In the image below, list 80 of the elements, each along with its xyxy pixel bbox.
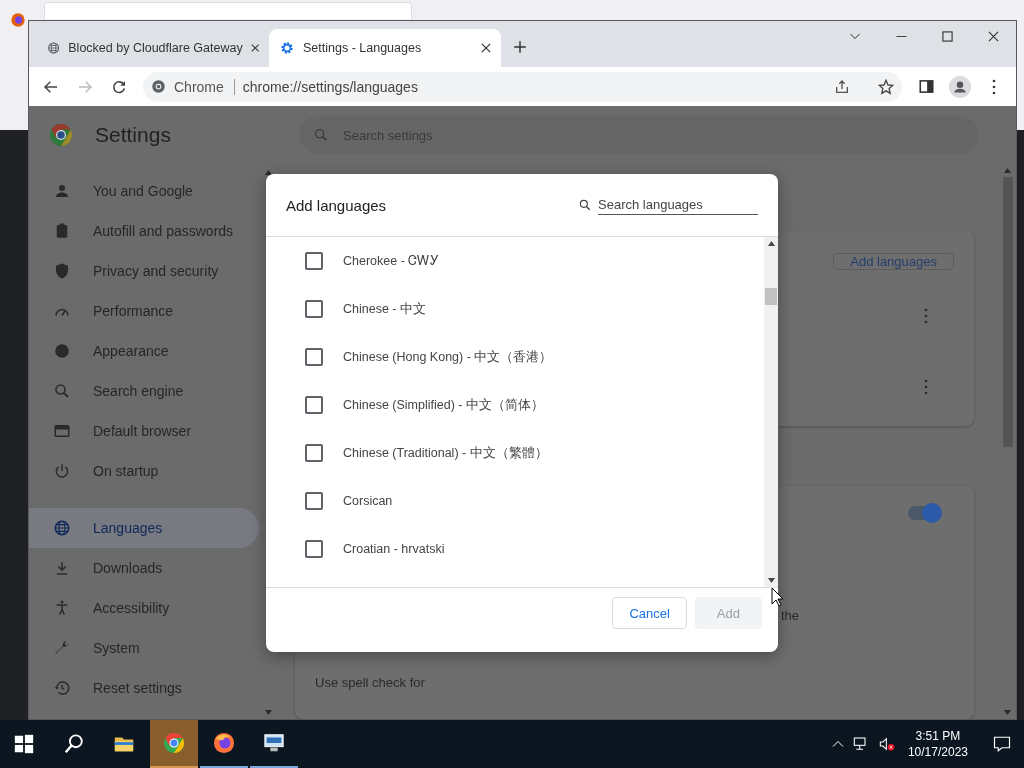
power-icon xyxy=(53,462,71,480)
close-icon[interactable] xyxy=(250,43,259,53)
language-option[interactable]: Cherokee - ᏣᎳᎩ xyxy=(266,237,764,285)
close-icon[interactable] xyxy=(987,30,999,42)
back-arrow-icon[interactable] xyxy=(43,78,59,95)
browser-window-icon xyxy=(53,422,71,440)
site-label: Chrome xyxy=(174,78,235,95)
firefox-logo-icon xyxy=(213,732,235,754)
checkbox[interactable] xyxy=(305,348,323,366)
cancel-button[interactable]: Cancel xyxy=(612,597,687,629)
nav-item[interactable]: Downloads xyxy=(29,548,259,588)
chrome-logo-icon xyxy=(151,79,166,94)
add-languages-button[interactable]: Add languages xyxy=(833,253,954,270)
speaker-muted-icon[interactable] xyxy=(877,736,896,752)
remote-desktop-icon xyxy=(263,732,285,754)
reload-icon[interactable] xyxy=(111,78,127,95)
page-title: Settings xyxy=(95,123,171,147)
checkbox[interactable] xyxy=(305,492,323,510)
taskbar-clock[interactable]: 3:51 PM 10/17/2023 xyxy=(903,728,972,760)
more-options-icon[interactable] xyxy=(924,308,928,324)
nav-item[interactable]: Privacy and security xyxy=(29,251,259,291)
dialog-title: Add languages xyxy=(286,196,388,214)
nav-item[interactable]: Reset settings xyxy=(29,668,259,708)
search-icon xyxy=(578,198,592,212)
nav-item[interactable]: Languages xyxy=(29,508,259,548)
nav-item[interactable]: Autofill and passwords xyxy=(29,211,259,251)
checkbox[interactable] xyxy=(305,540,323,558)
settings-icon xyxy=(279,40,295,56)
globe-icon xyxy=(53,519,71,537)
notification-icon[interactable] xyxy=(993,735,1011,753)
maximize-icon[interactable] xyxy=(941,30,953,42)
globe-icon xyxy=(47,40,61,56)
firefox-icon[interactable] xyxy=(10,12,26,28)
scroll-down-arrow-icon[interactable] xyxy=(767,578,775,583)
nav-item[interactable]: Appearance xyxy=(29,331,259,371)
history-icon xyxy=(53,679,71,697)
nav-item[interactable]: On startup xyxy=(29,451,259,491)
new-tab-icon[interactable] xyxy=(513,40,527,54)
language-option[interactable]: Corsican xyxy=(266,477,764,525)
scrollbar-thumb[interactable] xyxy=(765,288,777,305)
search-icon xyxy=(63,733,85,755)
chevron-up-icon[interactable] xyxy=(831,738,844,750)
address-bar[interactable]: Chrome chrome://settings/languages xyxy=(143,71,902,102)
nav-item[interactable]: System xyxy=(29,628,259,668)
url-text: chrome://settings/languages xyxy=(242,78,419,95)
checkbox[interactable] xyxy=(305,252,323,270)
browser-tab[interactable]: Blocked by Cloudflare Gateway xyxy=(37,29,269,67)
nav-item[interactable]: Accessibility xyxy=(29,588,259,628)
shield-icon xyxy=(53,262,71,280)
language-option[interactable]: Chinese (Simplified) - 中文（简体） xyxy=(266,381,764,429)
language-option[interactable]: Chinese (Hong Kong) - 中文（香港） xyxy=(266,333,764,381)
chrome-logo-icon xyxy=(49,123,73,147)
checkbox[interactable] xyxy=(305,300,323,318)
more-options-icon[interactable] xyxy=(924,379,928,395)
search-icon xyxy=(313,127,329,143)
spell-check-label: Use spell check for xyxy=(315,675,426,690)
bookmark-star-icon[interactable] xyxy=(878,78,894,95)
close-icon[interactable] xyxy=(481,43,491,53)
language-option[interactable]: Croatian - hrvatski xyxy=(266,525,764,573)
scroll-up-arrow-icon[interactable] xyxy=(264,170,272,175)
checkbox[interactable] xyxy=(305,444,323,462)
menu-dots-icon[interactable] xyxy=(992,78,996,95)
nav-item[interactable]: You and Google xyxy=(29,171,259,211)
chrome-logo-icon xyxy=(163,732,185,754)
search-icon xyxy=(53,382,71,400)
profile-avatar-icon[interactable] xyxy=(949,75,971,98)
checkbox[interactable] xyxy=(305,396,323,414)
share-icon[interactable] xyxy=(834,78,850,95)
toggle-switch[interactable] xyxy=(908,506,940,520)
person-icon xyxy=(53,182,71,200)
browser-tab[interactable]: Settings - Languages xyxy=(269,29,501,67)
language-option[interactable]: Chinese (Traditional) - 中文（繁體） xyxy=(266,429,764,477)
language-option[interactable]: Chinese - 中文 xyxy=(266,285,764,333)
description-text: the xyxy=(781,608,801,623)
nav-item[interactable]: Default browser xyxy=(29,411,259,451)
side-panel-icon[interactable] xyxy=(918,79,934,94)
nav-item[interactable]: Performance xyxy=(29,291,259,331)
windows-logo-icon xyxy=(13,733,35,755)
nav-item[interactable]: Search engine xyxy=(29,371,259,411)
scroll-up-arrow-icon[interactable] xyxy=(767,241,775,246)
